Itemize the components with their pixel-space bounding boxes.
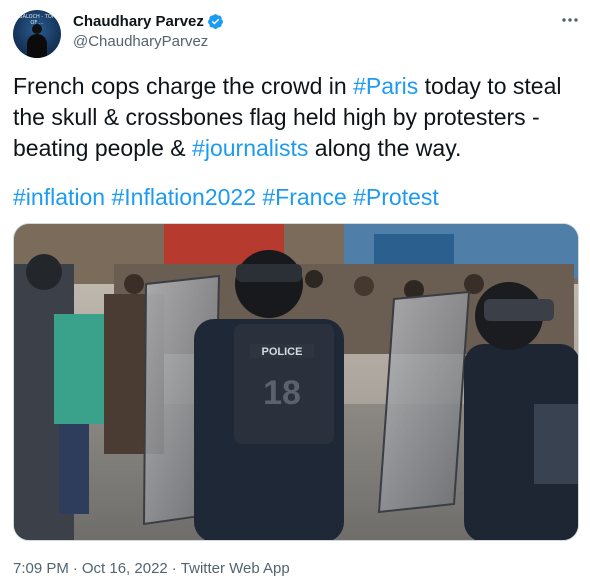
tweet-meta: 7:09 PM · Oct 16, 2022 · Twitter Web App <box>13 560 290 577</box>
meta-separator: · <box>72 560 78 577</box>
more-dots-icon[interactable] <box>560 10 580 30</box>
vest-label: POLICE <box>262 346 303 358</box>
avatar-body-shape <box>27 34 47 58</box>
tweet-text-part: French cops charge the crowd in <box>13 73 354 99</box>
tweet-time[interactable]: 7:09 PM <box>13 560 69 577</box>
tweet-text: French cops charge the crowd in #Paris t… <box>13 71 573 164</box>
tweet-text-part: along the way. <box>308 135 462 161</box>
tweet-media-image[interactable]: POLICE 18 <box>13 223 579 541</box>
hashtag-link[interactable]: #Protest <box>353 184 439 210</box>
hashtag-line: #inflation #Inflation2022 #France #Prote… <box>13 182 573 213</box>
hashtag-link[interactable]: #France <box>262 184 346 210</box>
tweet-source[interactable]: Twitter Web App <box>181 560 290 577</box>
verified-badge-icon <box>207 14 223 29</box>
protest-photo: POLICE 18 <box>14 224 578 540</box>
hashtag-link-journalists[interactable]: #journalists <box>192 135 308 161</box>
hashtag-link[interactable]: #Inflation2022 <box>111 184 256 210</box>
avatar[interactable]: BALOCH - TOP OF ... <box>13 10 61 58</box>
hashtag-link[interactable]: #inflation <box>13 184 105 210</box>
meta-separator: · <box>171 560 177 577</box>
tweet-date[interactable]: Oct 16, 2022 <box>82 560 168 577</box>
vest-number: 18 <box>263 374 301 412</box>
name-row: Chaudhary Parvez <box>73 13 224 30</box>
user-handle[interactable]: @ChaudharyParvez <box>73 33 208 50</box>
display-name[interactable]: Chaudhary Parvez <box>73 13 204 30</box>
tweet-card: BALOCH - TOP OF ... Chaudhary Parvez @Ch… <box>0 0 590 586</box>
hashtag-link-paris[interactable]: #Paris <box>353 73 418 99</box>
avatar-head-shape <box>32 24 42 34</box>
